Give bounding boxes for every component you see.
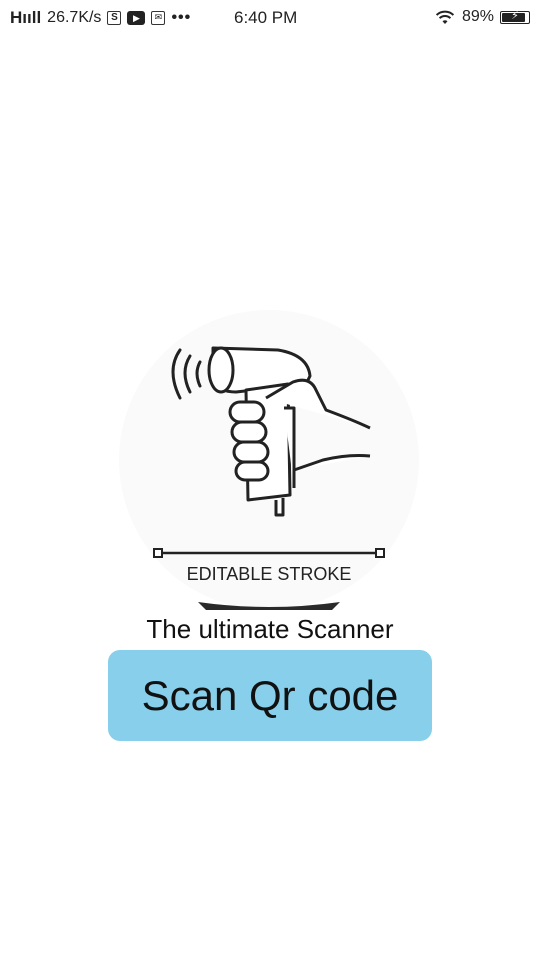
status-time: 6:40 PM <box>234 8 298 27</box>
battery-percent: 89% <box>461 8 494 25</box>
s-app-icon: S <box>107 11 122 25</box>
wifi-icon <box>435 10 455 24</box>
network-speed: 26.7K/s <box>47 9 102 26</box>
status-bar-left: Hııll 26.7K/s S ▶ ✉ ••• <box>10 8 191 28</box>
app-tagline: The ultimate Scanner <box>146 614 394 644</box>
illustration-caption: EDITABLE STROKE <box>186 564 352 584</box>
battery-icon: ⚡ <box>500 9 530 24</box>
charging-bolt-icon: ⚡ <box>511 9 519 22</box>
youtube-icon: ▶ <box>127 11 146 25</box>
status-bar: Hııll 26.7K/s S ▶ ✉ ••• 6:40 PM 89% ⚡ <box>0 0 540 36</box>
more-dots-icon: ••• <box>171 9 192 26</box>
mail-icon: ✉ <box>151 11 166 25</box>
signal-icon: Hııll <box>10 8 42 27</box>
status-bar-right: 89% ⚡ <box>434 8 530 26</box>
scan-qr-button[interactable]: Scan Qr code <box>108 650 432 741</box>
